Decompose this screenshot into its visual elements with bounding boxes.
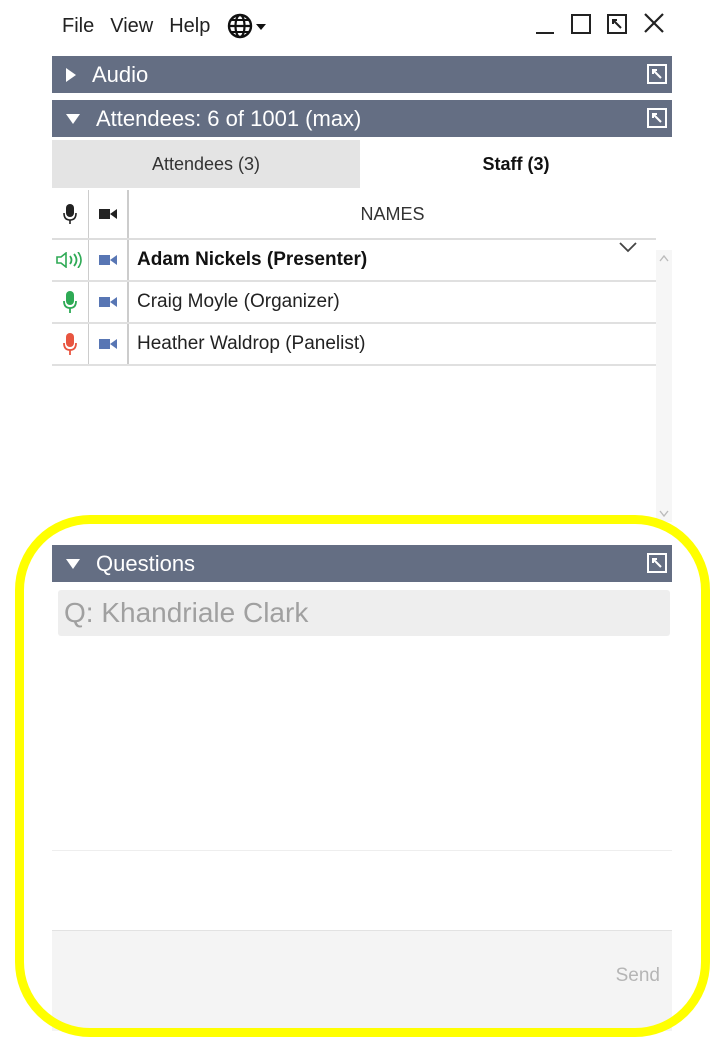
minimize-button[interactable] xyxy=(534,10,556,36)
staff-table: NAMES Adam Nickels (Presenter) Craig Moy… xyxy=(52,190,656,366)
expand-triangle-icon xyxy=(66,67,76,82)
popout-window-button[interactable] xyxy=(606,10,628,36)
globe-icon xyxy=(228,13,267,39)
caret-down-icon xyxy=(256,24,267,30)
collapse-triangle-icon xyxy=(66,113,80,124)
attendees-panel-title: Attendees: 6 of 1001 (max) xyxy=(96,105,362,131)
camera-icon xyxy=(99,209,117,219)
questions-panel-title: Questions xyxy=(96,550,196,576)
table-row[interactable]: Heather Waldrop (Panelist) xyxy=(52,324,656,366)
popout-icon xyxy=(647,553,667,573)
question-thread-area[interactable] xyxy=(52,640,672,851)
attendees-panel-header[interactable]: Attendees: 6 of 1001 (max) xyxy=(52,100,672,137)
microphone-muted-icon[interactable] xyxy=(52,324,89,364)
close-icon xyxy=(644,13,664,33)
menu-file[interactable]: File xyxy=(62,15,94,38)
camera-icon[interactable] xyxy=(89,240,129,280)
maximize-icon xyxy=(571,14,591,34)
attendee-name: Adam Nickels (Presenter) xyxy=(137,249,368,270)
attendee-name: Craig Moyle (Organizer) xyxy=(137,291,340,312)
scroll-down-icon xyxy=(659,510,669,518)
questions-panel-header[interactable]: Questions xyxy=(52,545,672,582)
minimize-icon xyxy=(536,32,554,34)
popout-icon xyxy=(647,64,667,84)
menu-help[interactable]: Help xyxy=(169,15,210,38)
selected-question-bar[interactable]: Q: Khandriale Clark xyxy=(58,590,670,636)
close-button[interactable] xyxy=(642,10,666,36)
maximize-button[interactable] xyxy=(570,10,592,36)
menu-view[interactable]: View xyxy=(110,15,153,38)
microphone-on-icon[interactable] xyxy=(52,282,89,322)
audio-panel-header[interactable]: Audio xyxy=(52,56,672,93)
attendee-name: Heather Waldrop (Panelist) xyxy=(137,333,366,354)
popout-icon xyxy=(607,14,627,34)
collapse-triangle-icon xyxy=(66,558,80,569)
selected-question-text: Q: Khandriale Clark xyxy=(64,597,309,628)
language-menu-button[interactable] xyxy=(226,12,270,40)
mic-column-header[interactable] xyxy=(52,190,89,238)
window-controls xyxy=(534,10,666,36)
table-row[interactable]: Craig Moyle (Organizer) xyxy=(52,282,656,324)
attendee-list-scrollbar[interactable] xyxy=(656,250,672,522)
questions-popout-button[interactable] xyxy=(646,552,668,580)
speaking-icon[interactable] xyxy=(52,240,89,280)
camera-icon[interactable] xyxy=(89,282,129,322)
chevron-down-icon[interactable] xyxy=(618,240,638,258)
names-column-header[interactable]: NAMES xyxy=(129,190,656,238)
camera-icon[interactable] xyxy=(89,324,129,364)
attendee-tabs: Attendees (3) Staff (3) xyxy=(52,140,672,188)
scroll-up-icon xyxy=(659,254,669,262)
audio-popout-button[interactable] xyxy=(646,63,668,91)
send-button[interactable]: Send xyxy=(616,965,660,987)
webinar-control-panel: File View Help Audio Attendees: 6 of 100… xyxy=(52,0,672,1042)
audio-panel-title: Audio xyxy=(92,61,149,87)
popout-icon xyxy=(647,108,667,128)
microphone-icon xyxy=(63,204,77,224)
table-header: NAMES xyxy=(52,190,656,240)
menu-bar: File View Help xyxy=(52,0,672,52)
tab-attendees[interactable]: Attendees (3) xyxy=(52,140,360,188)
attendees-popout-button[interactable] xyxy=(646,107,668,135)
camera-column-header[interactable] xyxy=(89,190,129,238)
answer-compose-area[interactable]: Send xyxy=(52,930,672,1031)
table-row[interactable]: Adam Nickels (Presenter) xyxy=(52,240,656,282)
tab-staff[interactable]: Staff (3) xyxy=(360,140,672,188)
